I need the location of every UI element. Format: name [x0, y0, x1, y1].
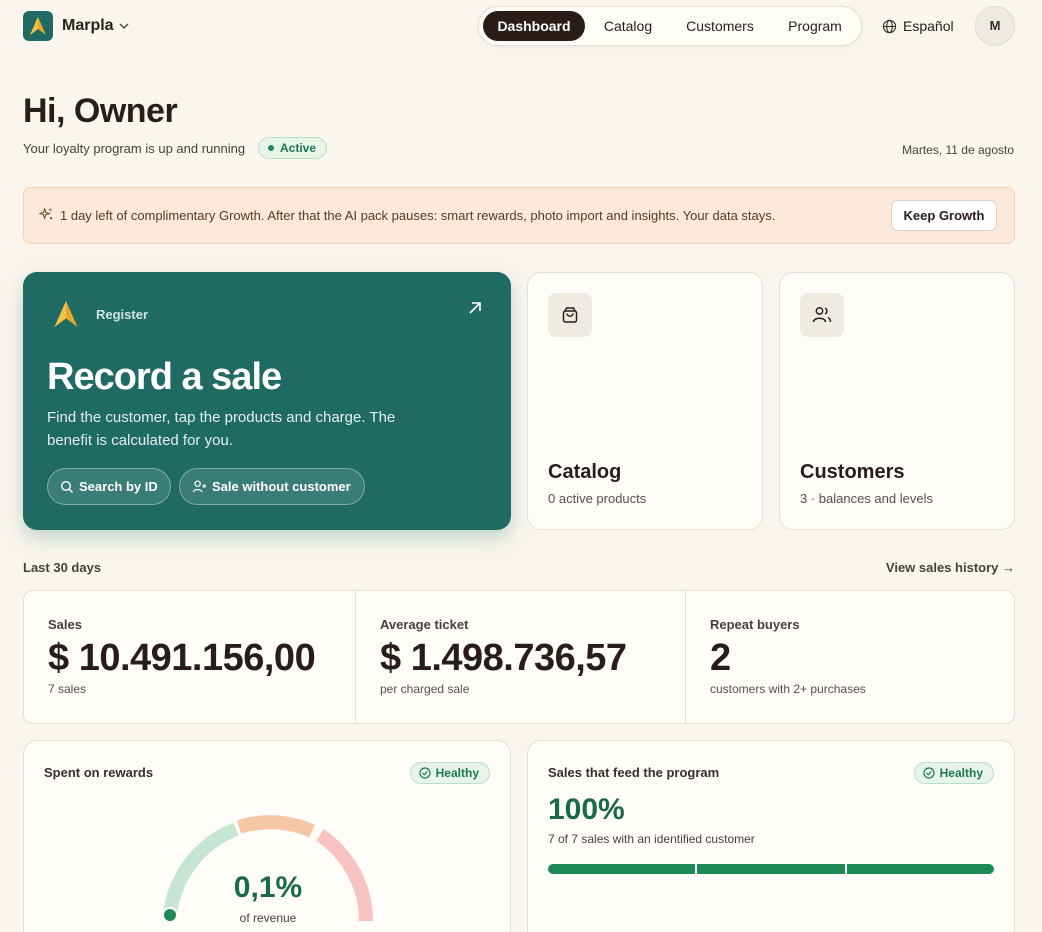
stat-average-ticket: Average ticket $ 1.498.736,57 per charge…: [355, 591, 685, 723]
sale-without-customer-label: Sale without customer: [212, 479, 351, 494]
language-label: Español: [903, 18, 954, 34]
stat-sales: Sales $ 10.491.156,00 7 sales: [24, 591, 355, 723]
stat-sub: customers with 2+ purchases: [710, 682, 866, 696]
chevron-down-icon[interactable]: [117, 19, 131, 33]
tab-dashboard[interactable]: Dashboard: [483, 11, 585, 41]
status-badge: Active: [258, 137, 328, 159]
health-badge: Healthy: [913, 762, 994, 784]
sparkles-icon: [39, 207, 53, 220]
catalog-card-subtitle: 0 active products: [548, 491, 647, 506]
catalog-card[interactable]: Catalog 0 active products: [527, 272, 763, 530]
rewards-value: 0,1%: [233, 871, 303, 904]
brand-logo-icon: [54, 301, 78, 327]
catalog-card-title: Catalog: [548, 461, 622, 483]
stat-sub: 7 sales: [48, 682, 87, 696]
brand-logo-icon[interactable]: [23, 11, 53, 41]
current-date: Martes, 11 de agosto: [902, 143, 1014, 157]
keep-growth-button[interactable]: Keep Growth: [891, 200, 997, 231]
stat-value: $ 10.491.156,00: [48, 637, 316, 679]
feed-sub: 7 of 7 sales with an identified customer: [548, 832, 755, 846]
rewards-panel: Spent on rewards Healthy 0,1% of revenue: [23, 740, 511, 932]
customers-card-subtitle: 3 · balances and levels: [800, 491, 933, 506]
status-badge-label: Active: [280, 141, 317, 155]
stat-value: 2: [710, 637, 731, 679]
search-icon: [60, 480, 73, 493]
top-bar: Marpla Dashboard Catalog Customers Progr…: [0, 0, 1042, 52]
brand-name[interactable]: Marpla: [62, 17, 114, 35]
stat-label: Average ticket: [380, 617, 469, 632]
check-circle-icon: [923, 767, 935, 779]
sale-without-customer-button[interactable]: Sale without customer: [179, 468, 365, 505]
avatar[interactable]: M: [975, 6, 1015, 46]
record-sale-card[interactable]: Register Record a sale Find the customer…: [23, 272, 511, 530]
tab-catalog[interactable]: Catalog: [589, 11, 667, 41]
customers-card-title: Customers: [800, 461, 905, 483]
record-sale-description: Find the customer, tap the products and …: [47, 409, 396, 449]
progress-segment: [548, 864, 696, 874]
stat-value: $ 1.498.736,57: [380, 637, 627, 679]
progress-segment: [697, 864, 845, 874]
search-by-id-button[interactable]: Search by ID: [47, 468, 171, 505]
stat-label: Sales: [48, 617, 82, 632]
user-x-icon: [192, 480, 207, 493]
register-label: Register: [96, 307, 149, 322]
stat-sub: per charged sale: [380, 682, 470, 696]
arrow-up-right-icon[interactable]: [467, 300, 483, 316]
tab-program[interactable]: Program: [773, 11, 857, 41]
tab-customers[interactable]: Customers: [671, 11, 769, 41]
feed-value: 100%: [548, 793, 625, 826]
feed-progress-bar: [548, 864, 994, 874]
stat-repeat-buyers: Repeat buyers 2 customers with 2+ purcha…: [685, 591, 1014, 723]
shopping-bag-icon: [548, 293, 592, 337]
customers-card[interactable]: Customers 3 · balances and levels: [779, 272, 1015, 530]
health-badge-label: Healthy: [939, 766, 983, 780]
period-label: Last 30 days: [23, 560, 102, 575]
search-by-id-label: Search by ID: [79, 479, 158, 494]
view-sales-history-link[interactable]: View sales history →: [886, 560, 1015, 575]
main-nav: Dashboard Catalog Customers Program: [478, 6, 862, 46]
progress-segment: [846, 864, 994, 874]
record-sale-title: Record a sale: [47, 356, 282, 398]
users-icon: [800, 293, 844, 337]
stat-label: Repeat buyers: [710, 617, 800, 632]
language-switcher[interactable]: Español: [882, 17, 954, 35]
trial-banner: 1 day left of complimentary Growth. Afte…: [23, 187, 1015, 244]
program-feed-panel: Sales that feed the program Healthy 100%…: [527, 740, 1015, 932]
stats-panel: Sales $ 10.491.156,00 7 sales Average ti…: [23, 590, 1015, 724]
banner-text: 1 day left of complimentary Growth. Afte…: [60, 208, 776, 223]
rewards-sub: of revenue: [239, 911, 297, 925]
status-dot-icon: [268, 145, 274, 151]
feed-panel-title: Sales that feed the program: [548, 765, 720, 780]
page-subtitle: Your loyalty program is up and running: [23, 141, 246, 156]
globe-icon: [882, 19, 897, 33]
page-title: Hi, Owner: [23, 92, 178, 130]
